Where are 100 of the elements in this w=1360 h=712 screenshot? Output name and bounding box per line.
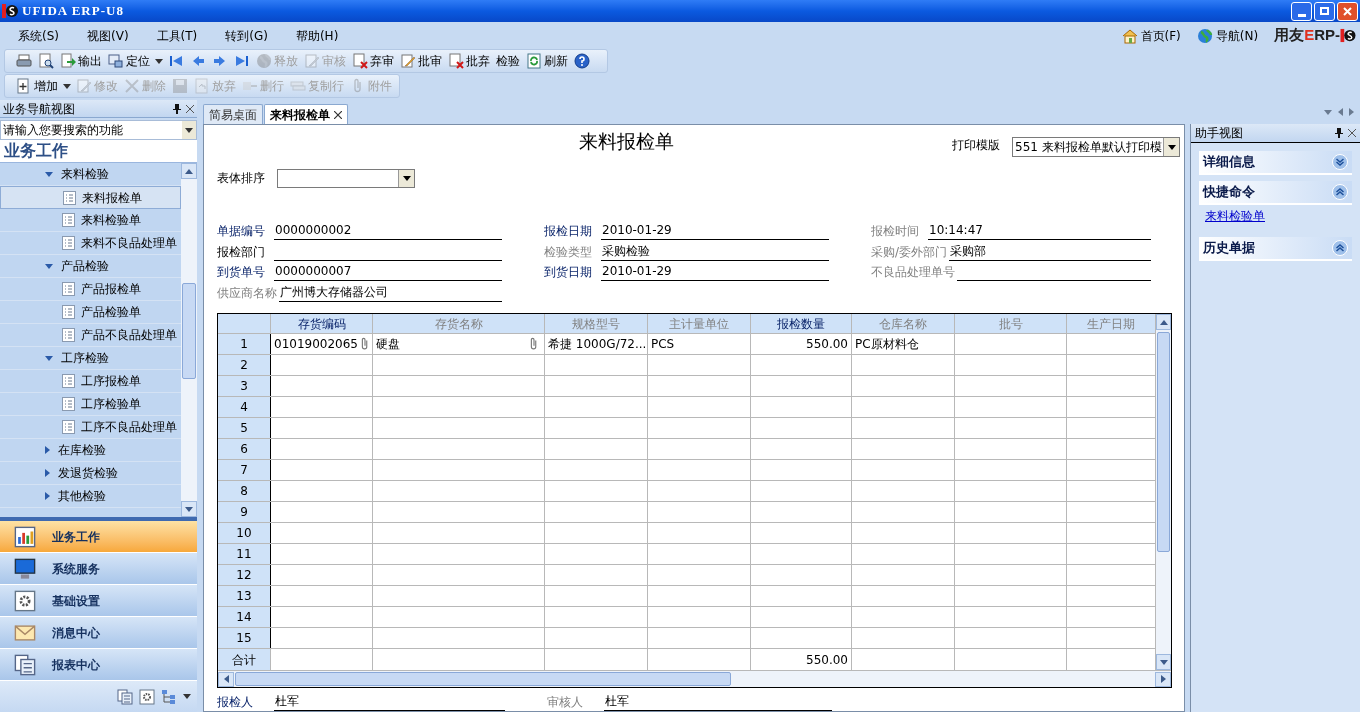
toolbar-button[interactable]: 刷新 [523,50,571,72]
table-cell: 硬盘 [373,334,545,354]
field-value[interactable]: 采购检验 [601,241,829,261]
menu-item[interactable]: 工具(T) [152,26,202,45]
menu-item[interactable]: 系统(S) [14,26,63,45]
tree-item[interactable]: 产品报检单 [0,278,181,301]
printer-icon [16,53,32,69]
field-value[interactable]: 广州博大存储器公司 [279,282,502,302]
scrollbar-thumb[interactable] [235,672,731,686]
field-label: 检验类型 [544,243,593,261]
document-arrow-icon [60,53,76,69]
tree-item[interactable]: 来料报检单 [0,186,181,209]
first-arrow-icon [168,53,184,69]
field-value[interactable]: 0000000002 [274,221,502,240]
toolbar-button[interactable]: 弃审 [349,50,397,72]
scrollbar[interactable] [181,163,197,517]
close-icon[interactable] [334,110,342,119]
document-cross-icon [352,53,368,69]
scroll-right-button[interactable] [1155,671,1171,687]
collapse-icon[interactable] [1332,184,1348,200]
close-icon[interactable] [186,104,194,113]
module-button[interactable]: 消息中心 [0,617,197,649]
tab[interactable]: 简易桌面 [203,104,263,124]
scroll-up-button[interactable] [1156,314,1171,330]
module-button[interactable]: 业务工作 [0,521,197,553]
rows-icon [290,78,306,94]
menu-item[interactable]: 转到(G) [221,26,272,45]
collapse-icon[interactable] [1332,240,1348,256]
tree-item[interactable]: 工序检验单 [0,393,181,416]
toolbar-button[interactable]: 增加 [13,75,61,97]
caret-icon [45,355,53,361]
scrollbar-thumb[interactable] [182,283,196,379]
refresh-icon [526,53,542,69]
caret-icon [1159,659,1168,665]
tree-item[interactable]: 工序报检单 [0,370,181,393]
window-icon [108,53,124,69]
print-template-select[interactable]: 551 来料报检单默认打印模 [1012,137,1180,158]
undo-document-icon [194,78,210,94]
pin-icon[interactable] [173,103,181,114]
toolbar-button[interactable]: 批弃 [445,50,493,72]
caret-icon [223,675,229,683]
scroll-down-button[interactable] [1156,654,1171,670]
field-value[interactable]: 杜军 [274,692,505,711]
expand-icon[interactable] [1332,154,1348,170]
column-header[interactable]: 报检数量 [751,314,852,333]
module-button[interactable]: 系统服务 [0,553,197,585]
scrollbar[interactable] [1156,314,1171,670]
scroll-up-button[interactable] [181,163,197,179]
field-label: 到货单号 [217,264,266,281]
toolbar-button[interactable]: 批审 [397,50,445,72]
module-button[interactable]: 报表中心 [0,649,197,681]
tree-item[interactable]: 来料不良品处理单 [0,232,181,255]
toolbar-button[interactable] [571,50,593,72]
field-label: 单据编号 [217,223,266,240]
field-value[interactable]: 2010-01-29 [601,221,829,240]
minimize-button[interactable] [1291,1,1312,21]
close-button[interactable] [1337,1,1358,21]
table-cell: PCS [648,334,751,354]
tab[interactable]: 来料报检单 [264,104,348,124]
field-value[interactable]: 2010-01-29 [601,262,829,281]
section-header[interactable]: 详细信息 [1199,151,1352,175]
field-value[interactable]: 0000000007 [274,262,502,281]
panel-title: 助手视图 [1195,125,1243,142]
section-header[interactable]: 快捷命令 [1199,181,1352,205]
module-button[interactable]: 基础设置 [0,585,197,617]
row-number: 8 [218,481,271,501]
section-header[interactable]: 历史单据 [1199,237,1352,261]
scroll-left-button[interactable] [218,671,234,687]
toolbar-button[interactable]: 输出 [57,50,105,72]
close-icon[interactable] [1348,129,1356,137]
field-value[interactable]: 10:14:47 [928,221,1151,240]
scroll-down-button[interactable] [181,501,197,517]
magnifier-document-icon [38,53,54,69]
tree-item[interactable]: 工序不良品处理单 [0,416,181,439]
restore-button[interactable] [1314,1,1335,21]
menu-item[interactable]: 视图(V) [83,26,133,45]
tree-item[interactable]: 产品检验单 [0,301,181,324]
field-value[interactable]: 杜军 [604,692,832,711]
menu-item[interactable]: 帮助(H) [291,26,343,45]
tree-item[interactable]: 产品不良品处理单 [0,324,181,347]
horizontal-scrollbar[interactable] [218,670,1171,687]
field-value[interactable]: 采购部 [949,241,1151,261]
tree-item[interactable]: 来料检验单 [0,209,181,232]
logo-icon [2,3,18,19]
hierarchy-icon[interactable] [161,688,177,705]
caret-icon [1167,144,1176,150]
cross-icon [124,78,140,94]
toolbar-button[interactable]: 定位 [105,50,153,72]
row-number: 15 [218,628,271,648]
caret-icon [402,175,411,181]
search-field[interactable]: 请输入您要搜索的功能 [0,120,197,140]
row-number: 10 [218,523,271,543]
column-header[interactable]: 存货编码 [271,314,373,333]
shortcut-link[interactable]: 来料检验单 [1199,205,1352,231]
toolbar-button[interactable]: 检验 [493,50,523,72]
scrollbar-thumb[interactable] [1157,332,1170,552]
pin-icon[interactable] [1335,128,1343,138]
top-link[interactable]: 导航(N) [1196,26,1259,45]
top-link[interactable]: 首页(F) [1121,26,1181,45]
sort-select[interactable] [277,168,415,188]
